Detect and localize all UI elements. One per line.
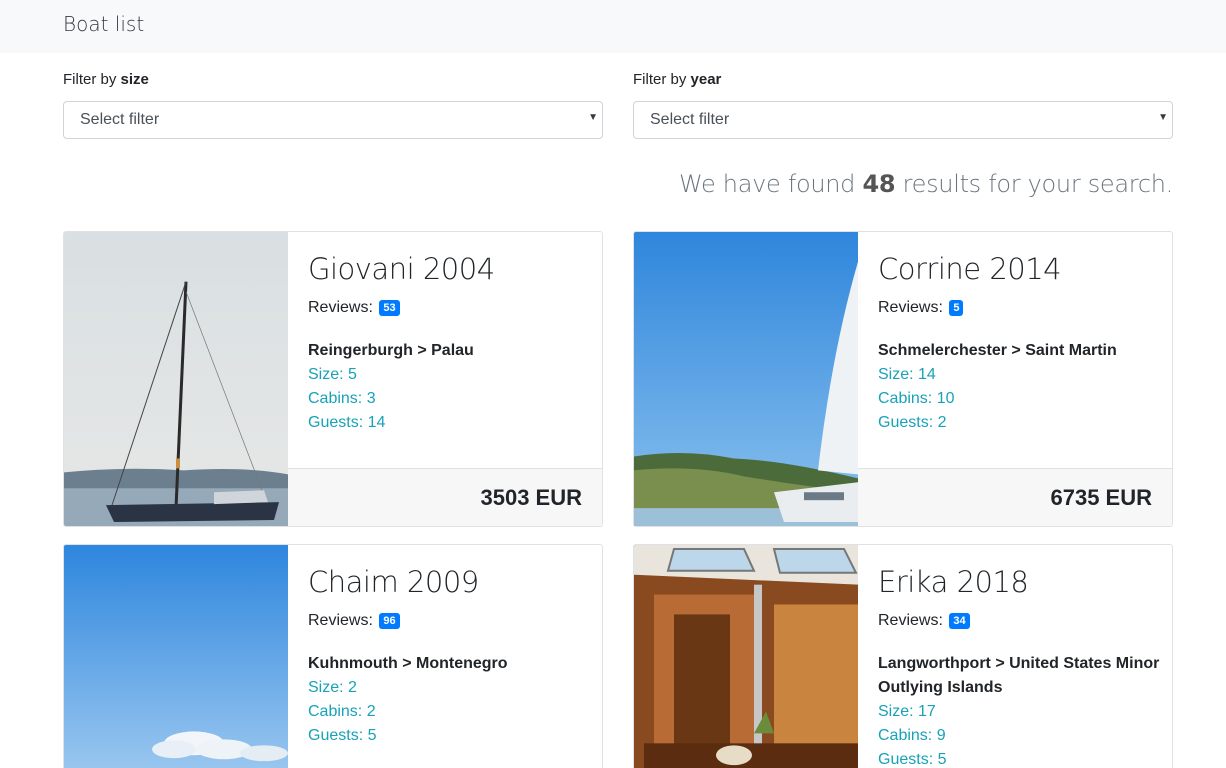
guests-link[interactable]: Guests: 5: [308, 724, 376, 748]
route: Reingerburgh > Palau: [308, 342, 474, 359]
chevron-down-icon: ▼: [1158, 112, 1168, 123]
boat-photo: [634, 545, 858, 768]
size-filter-label-prefix: Filter by: [63, 71, 121, 88]
boat-card[interactable]: Giovani 2004 Reviews: 53 Reingerburgh > …: [63, 231, 603, 527]
results-prefix: We have found: [678, 170, 863, 198]
reviews-badge: 53: [379, 300, 400, 316]
year-filter-label: Filter by year: [633, 71, 721, 88]
size-link[interactable]: Size: 2: [308, 676, 357, 700]
reviews: Reviews: 5: [878, 299, 964, 317]
reviews-badge: 5: [949, 300, 964, 316]
year-filter-label-prefix: Filter by: [633, 71, 691, 88]
guests-link[interactable]: Guests: 5: [878, 748, 946, 768]
reviews-label: Reviews:: [308, 612, 373, 629]
reviews-label: Reviews:: [878, 299, 943, 316]
navbar: Boat list: [0, 0, 1226, 53]
boat-card[interactable]: Erika 2018 Reviews: 34 Langworthport > U…: [633, 544, 1173, 768]
reviews-label: Reviews:: [878, 612, 943, 629]
cabins-link[interactable]: Cabins: 3: [308, 387, 376, 411]
size-filter-label-key: size: [120, 71, 149, 88]
boat-title[interactable]: Giovani 2004: [308, 252, 495, 286]
boat-title[interactable]: Erika 2018: [878, 565, 1029, 599]
price: 6735 EUR: [1050, 485, 1152, 510]
size-link[interactable]: Size: 5: [308, 363, 357, 387]
size-filter-label: Filter by size: [63, 71, 149, 88]
reviews-label: Reviews:: [308, 299, 373, 316]
price: 3503 EUR: [480, 485, 582, 510]
year-filter-label-key: year: [690, 71, 722, 88]
boat-photo: [64, 545, 288, 768]
cabins-link[interactable]: Cabins: 2: [308, 700, 376, 724]
page-title[interactable]: Boat list: [63, 12, 144, 36]
year-filter-value: Select filter: [650, 111, 730, 128]
guests-link[interactable]: Guests: 2: [878, 411, 946, 435]
boat-card[interactable]: Corrine 2014 Reviews: 5 Schmelerchester …: [633, 231, 1173, 527]
boat-photo: [634, 232, 858, 526]
size-filter-value: Select filter: [80, 111, 160, 128]
guests-link[interactable]: Guests: 14: [308, 411, 385, 435]
reviews: Reviews: 53: [308, 299, 400, 317]
size-link[interactable]: Size: 17: [878, 700, 936, 724]
route: Kuhnmouth > Montenegro: [308, 655, 508, 672]
chevron-down-icon: ▼: [588, 112, 598, 123]
reviews-badge: 34: [949, 613, 970, 629]
route: Schmelerchester > Saint Martin: [878, 342, 1117, 359]
cabins-link[interactable]: Cabins: 10: [878, 387, 955, 411]
results-summary: We have found 48 results for your search…: [679, 170, 1173, 198]
results-suffix: results for your search.: [895, 170, 1174, 198]
boat-title[interactable]: Chaim 2009: [308, 565, 479, 599]
results-count: 48: [862, 170, 896, 198]
size-filter-select[interactable]: Select filter ▼: [63, 101, 603, 139]
year-filter-select[interactable]: Select filter ▼: [633, 101, 1173, 139]
reviews: Reviews: 34: [878, 612, 970, 630]
route: Langworthport > United States Minor Outl…: [878, 655, 1160, 696]
card-footer: 6735 EUR: [858, 468, 1172, 526]
size-link[interactable]: Size: 14: [878, 363, 936, 387]
boat-card[interactable]: Chaim 2009 Reviews: 96 Kuhnmouth > Monte…: [63, 544, 603, 768]
boat-photo: [64, 232, 288, 526]
card-footer: 3503 EUR: [288, 468, 602, 526]
boat-title[interactable]: Corrine 2014: [878, 252, 1062, 286]
cabins-link[interactable]: Cabins: 9: [878, 724, 946, 748]
reviews: Reviews: 96: [308, 612, 400, 630]
reviews-badge: 96: [379, 613, 400, 629]
